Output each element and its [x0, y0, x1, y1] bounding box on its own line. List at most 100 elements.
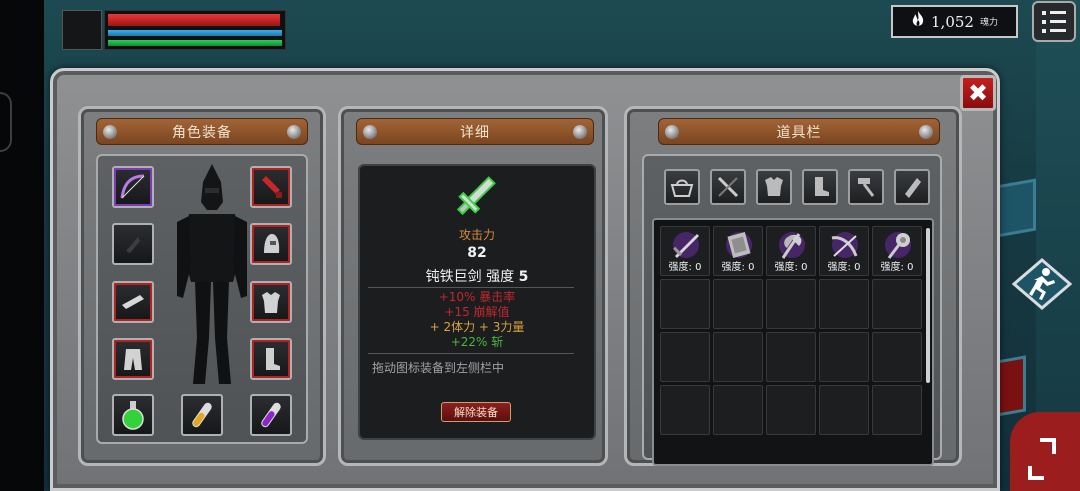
mana-bar: [108, 30, 282, 36]
yellow-vial-slot[interactable]: [181, 394, 223, 436]
filter-armor-button[interactable]: [756, 169, 792, 205]
inventory-slot-empty[interactable]: [819, 332, 869, 382]
purple-vial-slot[interactable]: [250, 394, 292, 436]
inventory-slot-empty[interactable]: [872, 279, 922, 329]
soul-value: 1,052: [931, 12, 974, 31]
red-item-slot[interactable]: [250, 166, 292, 208]
equipment-header: 角色装备: [96, 118, 308, 145]
sword-filter-icon: [717, 176, 739, 198]
close-button[interactable]: ✖: [960, 75, 996, 111]
expand-button[interactable]: [1010, 412, 1080, 491]
attack-label: 攻击力: [458, 228, 495, 242]
bonus-disintegrate: +15 崩解值: [444, 305, 510, 319]
gloves-slot[interactable]: [112, 281, 154, 323]
green-potion-icon: [122, 401, 144, 430]
inventory-slot-empty[interactable]: [660, 385, 710, 435]
strength-label: 强度: [486, 269, 515, 285]
greatsword-icon: [452, 172, 500, 220]
purple-vial-icon: [261, 402, 281, 428]
soul-counter: 1,052 魂力: [891, 5, 1018, 38]
status-bars: [104, 10, 286, 50]
inventory-title: 道具栏: [776, 124, 822, 141]
inventory-slot-empty[interactable]: [766, 385, 816, 435]
bow-slot[interactable]: [112, 166, 154, 208]
armor-filter-icon: [765, 177, 783, 196]
expand-icon: [1028, 438, 1056, 480]
item-name-line: 钝铁巨剑 强度 5: [358, 266, 596, 286]
item-strength: 强度: 0: [880, 262, 914, 273]
filter-misc-button[interactable]: [894, 169, 930, 205]
inventory-slot-empty[interactable]: [660, 332, 710, 382]
pants-icon: [124, 349, 142, 370]
charm-icon: [126, 237, 140, 253]
filter-all-button[interactable]: [664, 169, 700, 205]
crossbow-icon: [831, 232, 858, 258]
boot-filter-icon: [815, 177, 829, 196]
player-portrait[interactable]: [62, 10, 102, 50]
detail-header: 详细: [356, 118, 594, 145]
pants-slot[interactable]: [112, 338, 154, 380]
charm-slot[interactable]: [112, 223, 154, 265]
mace-icon: [885, 232, 911, 259]
filter-weapon-button[interactable]: [710, 169, 746, 205]
side-tab-icon[interactable]: [996, 178, 1036, 238]
inventory-slot-empty[interactable]: [766, 332, 816, 382]
item-name: 钝铁巨剑: [425, 269, 482, 285]
gloves-icon: [122, 295, 144, 309]
detail-title: 详细: [460, 124, 490, 141]
filter-tools-button[interactable]: [848, 169, 884, 205]
inventory-slot[interactable]: 强度: 0: [766, 226, 816, 276]
inventory-slot[interactable]: 强度: 0: [713, 226, 763, 276]
scroll-filter-icon: [905, 178, 921, 198]
inventory-slot-empty[interactable]: [713, 332, 763, 382]
bonus-stats: + 2体力 + 3力量: [429, 320, 525, 334]
filter-boots-button[interactable]: [802, 169, 838, 205]
equipment-title: 角色装备: [172, 124, 232, 141]
inventory-slot-empty[interactable]: [766, 279, 816, 329]
stamina-bar: [108, 40, 282, 46]
helmet-slot[interactable]: [250, 223, 292, 265]
inventory-slot-empty[interactable]: [819, 385, 869, 435]
armor-slot[interactable]: [250, 281, 292, 323]
inventory-slot-empty[interactable]: [872, 332, 922, 382]
inventory-scrollbar[interactable]: [926, 228, 930, 383]
inventory-header: 道具栏: [658, 118, 940, 145]
inventory-slot[interactable]: 强度: 0: [660, 226, 710, 276]
boots-slot[interactable]: [250, 338, 292, 380]
strength-value: 5: [518, 269, 529, 285]
side-tab-icon-red[interactable]: [996, 355, 1026, 417]
run-button[interactable]: [1011, 258, 1073, 310]
menu-button[interactable]: [1032, 1, 1076, 42]
left-arrow-icon[interactable]: [0, 92, 12, 152]
inventory-slot-empty[interactable]: [872, 385, 922, 435]
character-model: [175, 162, 249, 390]
health-bar: [108, 14, 280, 26]
helmet-icon: [264, 234, 280, 253]
green-potion-slot[interactable]: [112, 394, 154, 436]
unequip-button[interactable]: 解除装备: [441, 402, 511, 422]
left-screen-edge: [0, 0, 44, 491]
drag-hint: 拖动图标装备到左侧栏中: [372, 361, 505, 375]
bonus-crit: +10% 暴击率: [438, 290, 516, 304]
soul-label: 魂力: [979, 18, 998, 28]
inventory-grid: 强度: 0 强度: 0 强度: 0 强度: 0 强度: 0: [652, 218, 934, 466]
divider: [368, 353, 574, 354]
bonus-slash: +22% 斩: [450, 335, 504, 349]
menu-icon: [1042, 10, 1066, 15]
inventory-slot-empty[interactable]: [660, 279, 710, 329]
flame-icon: [911, 10, 925, 33]
bow-icon: [120, 174, 145, 199]
boots-icon: [266, 348, 280, 370]
inventory-slot-empty[interactable]: [713, 279, 763, 329]
item-strength: 强度: 0: [774, 262, 808, 273]
inventory-slot[interactable]: 强度: 0: [872, 226, 922, 276]
red-item-icon: [262, 176, 282, 198]
attack-value: 82: [467, 245, 487, 261]
armor-icon: [262, 292, 280, 313]
hammer-filter-icon: [858, 178, 875, 197]
inventory-slot-empty[interactable]: [819, 279, 869, 329]
divider: [368, 287, 574, 288]
item-strength: 强度: 0: [827, 262, 861, 273]
inventory-slot[interactable]: 强度: 0: [819, 226, 869, 276]
inventory-slot-empty[interactable]: [713, 385, 763, 435]
